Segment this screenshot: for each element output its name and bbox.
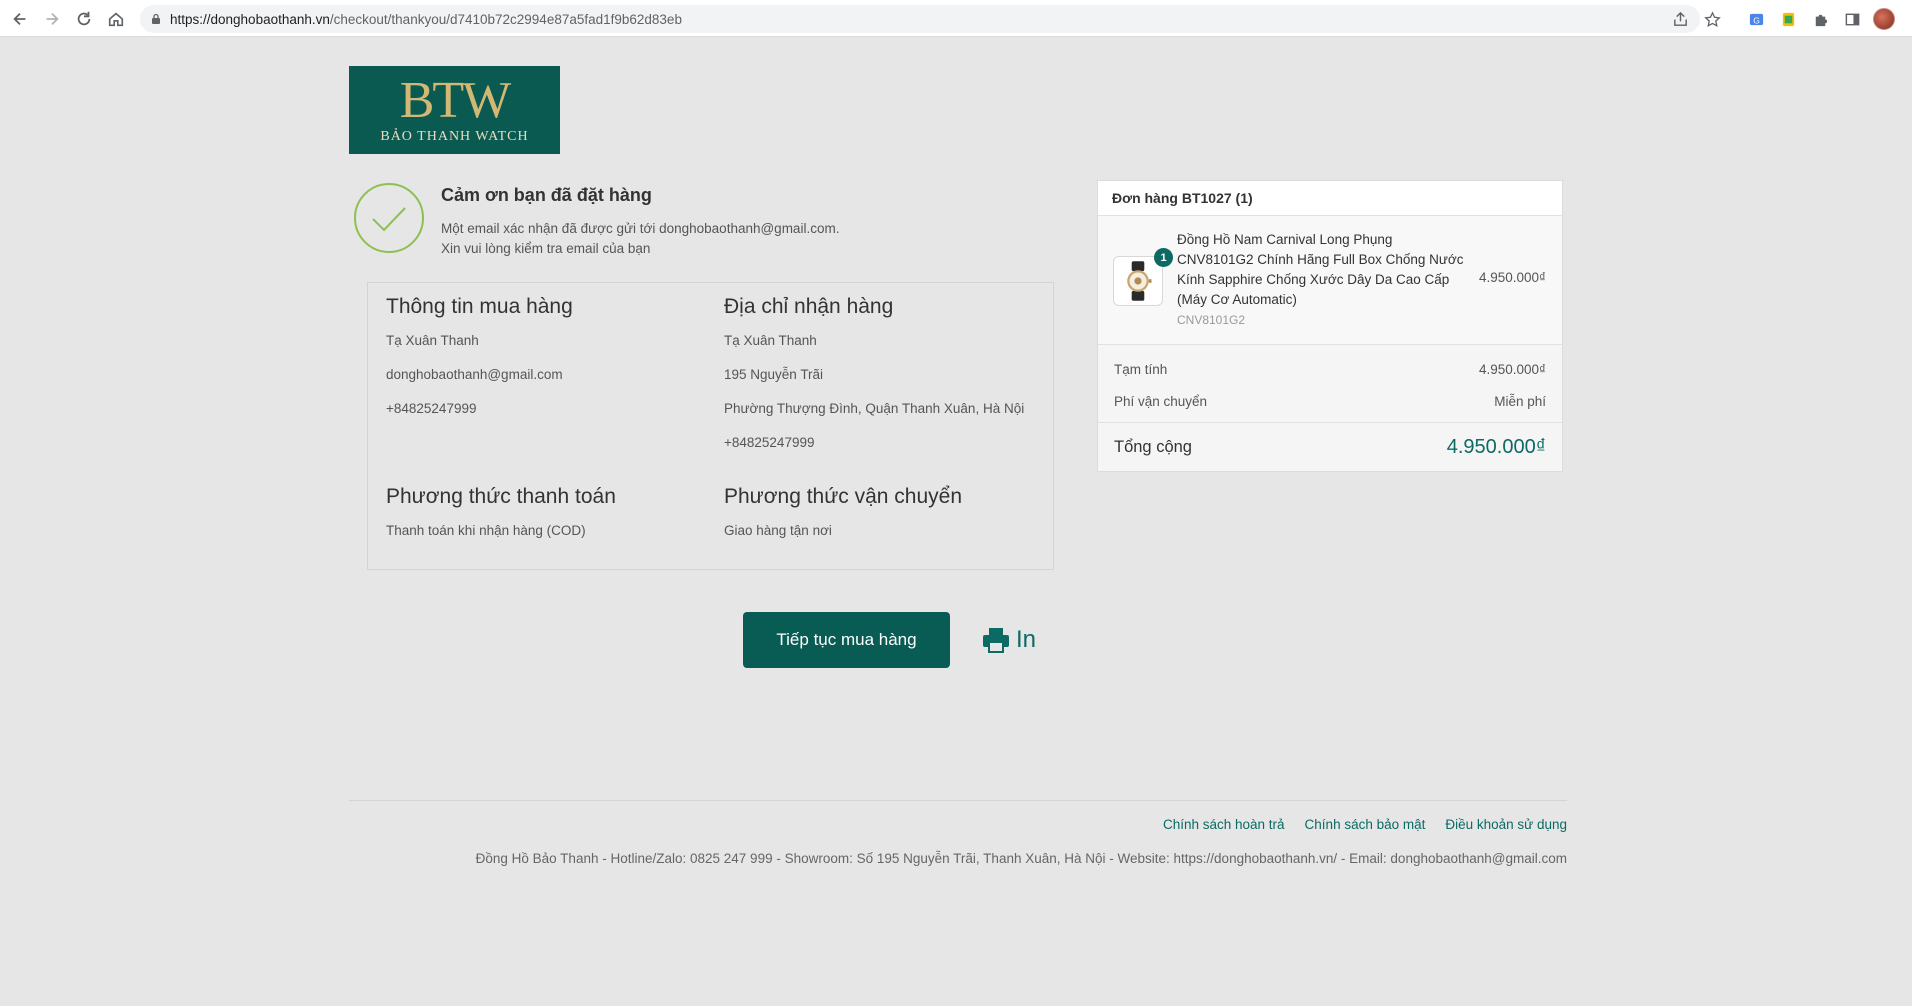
translate-icon: G <box>1749 13 1763 25</box>
checkout-thankyou-page: BTW BẢO THANH WATCH Cảm ơn bạn đã đặt hà… <box>0 37 1912 1006</box>
logo-mark: BTW <box>399 72 512 129</box>
extensions-button[interactable] <box>1806 5 1834 33</box>
terms-link[interactable]: Điều khoản sử dụng <box>1445 817 1567 832</box>
thank-you-title: Cảm ơn bạn đã đặt hàng <box>441 185 652 205</box>
notes-icon <box>1782 12 1794 26</box>
recipient-name: Tạ Xuân Thanh <box>724 333 817 348</box>
shipping-address-heading: Địa chỉ nhận hàng <box>724 295 894 318</box>
quantity-badge: 1 <box>1154 248 1173 267</box>
footer-links: Chính sách hoàn trả Chính sách bảo mật Đ… <box>1163 817 1567 832</box>
recipient-street: 195 Nguyễn Trãi <box>724 367 824 382</box>
payment-method-value: Thanh toán khi nhận hàng (COD) <box>386 523 586 538</box>
product-name: Đồng Hồ Nam Carnival Long Phụng CNV8101G… <box>1177 232 1464 307</box>
purchase-info-heading: Thông tin mua hàng <box>386 295 573 318</box>
shipping-method-value: Giao hàng tận nơi <box>724 523 832 538</box>
total-value: 4.950.000₫ <box>1446 435 1546 458</box>
product-price: 4.950.000₫ <box>1479 270 1546 285</box>
back-button[interactable] <box>4 3 36 35</box>
subtotal-section: Tạm tính 4.950.000₫ Phí vận chuyển Miễn … <box>1098 345 1562 423</box>
buyer-phone: +84825247999 <box>386 401 477 416</box>
avatar <box>1873 8 1895 30</box>
notes-extension[interactable] <box>1774 5 1802 33</box>
payment-method-heading: Phương thức thanh toán <box>386 485 616 508</box>
order-number: Đơn hàng BT1027 (1) <box>1098 181 1562 216</box>
address-bar[interactable]: https://donghobaothanh.vn/checkout/thank… <box>140 5 1700 33</box>
shipping-method-heading: Phương thức vận chuyển <box>724 485 963 508</box>
shipping-fee-label: Phí vận chuyển <box>1114 393 1208 409</box>
payment-method: Phương thức thanh toán Thanh toán khi nh… <box>386 485 706 555</box>
check-circle-icon <box>354 183 424 253</box>
home-icon <box>108 12 124 27</box>
browser-toolbar: https://donghobaothanh.vn/checkout/thank… <box>0 0 1912 37</box>
confirmation-email-text: Một email xác nhận đã được gửi tới dongh… <box>441 221 840 236</box>
refund-policy-link[interactable]: Chính sách hoàn trả <box>1163 817 1285 832</box>
order-summary: Đơn hàng BT1027 (1) 1 Đồng Hồ Nam Carniv… <box>1097 180 1563 472</box>
side-panel-icon <box>1845 13 1859 25</box>
purchase-info: Thông tin mua hàng Tạ Xuân Thanh donghob… <box>386 295 706 433</box>
bookmark-button[interactable] <box>1698 5 1726 33</box>
shipping-method: Phương thức vận chuyển Giao hàng tận nơi <box>724 485 1034 555</box>
order-item: 1 Đồng Hồ Nam Carnival Long Phụng CNV810… <box>1098 216 1562 345</box>
toolbar-right: G <box>1666 5 1898 33</box>
privacy-policy-link[interactable]: Chính sách bảo mật <box>1305 817 1426 832</box>
shipping-address: Địa chỉ nhận hàng Tạ Xuân Thanh 195 Nguy… <box>724 295 1034 467</box>
profile-button[interactable] <box>1870 5 1898 33</box>
subtotal-row: Tạm tính 4.950.000₫ <box>1098 353 1562 385</box>
logo-text: BẢO THANH WATCH <box>380 129 529 144</box>
share-icon <box>1673 11 1687 26</box>
footer-info: Đồng Hồ Bảo Thanh - Hotline/Zalo: 0825 2… <box>475 851 1567 866</box>
subtotal-label: Tạm tính <box>1114 361 1168 377</box>
shipping-fee-row: Phí vận chuyển Miễn phí <box>1098 385 1562 417</box>
arrow-left-icon <box>13 12 26 26</box>
order-info-box: Thông tin mua hàng Tạ Xuân Thanh donghob… <box>367 282 1054 570</box>
check-email-text: Xin vui lòng kiểm tra email của bạn <box>441 241 651 256</box>
continue-shopping-button[interactable]: Tiếp tục mua hàng <box>743 612 950 668</box>
total-label: Tổng cộng <box>1114 437 1192 456</box>
url-text: https://donghobaothanh.vn/checkout/thank… <box>170 11 682 27</box>
subtotal-value: 4.950.000₫ <box>1479 361 1546 377</box>
puzzle-icon <box>1815 14 1827 26</box>
share-button[interactable] <box>1666 5 1694 33</box>
brand-logo[interactable]: BTW BẢO THANH WATCH <box>349 66 560 154</box>
buyer-name: Tạ Xuân Thanh <box>386 333 479 348</box>
thank-you-message: Một email xác nhận đã được gửi tới dongh… <box>441 219 839 259</box>
svg-text:G: G <box>1753 15 1760 25</box>
arrow-right-icon <box>46 12 59 26</box>
watch-icon <box>1127 261 1152 301</box>
reload-icon <box>77 11 91 26</box>
star-icon <box>1703 10 1721 27</box>
reload-button[interactable] <box>68 3 100 35</box>
product-sku: CNV8101G2 <box>1177 313 1246 327</box>
recipient-ward: Phường Thượng Đình, Quận Thanh Xuân, Hà … <box>724 401 1025 416</box>
buyer-email: donghobaothanh@gmail.com <box>386 367 563 382</box>
print-label: In <box>1016 626 1037 653</box>
printer-icon <box>983 628 1009 653</box>
shipping-fee-value: Miễn phí <box>1494 393 1546 409</box>
total-row: Tổng cộng 4.950.000₫ <box>1098 423 1562 471</box>
recipient-phone: +84825247999 <box>724 435 815 450</box>
footer-divider <box>349 800 1567 801</box>
forward-button[interactable] <box>36 3 68 35</box>
side-panel-button[interactable] <box>1838 5 1866 33</box>
translate-extension[interactable]: G <box>1742 5 1770 33</box>
lock-icon <box>152 13 160 24</box>
thank-you-section: Cảm ơn bạn đã đặt hàng Một email xác nhậ… <box>352 181 1052 261</box>
home-button[interactable] <box>100 3 132 35</box>
print-button[interactable]: In <box>982 624 1036 656</box>
